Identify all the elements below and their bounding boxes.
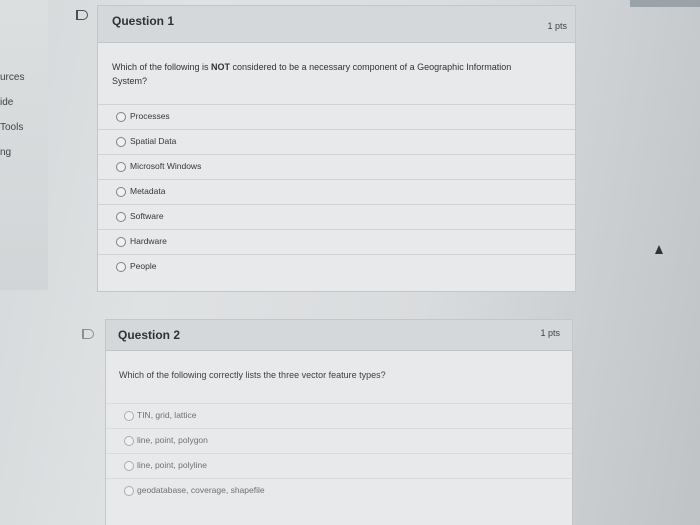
question-header: Question 2 1 pts bbox=[106, 320, 572, 351]
answer-list: TIN, grid, lattice line, point, polygon … bbox=[106, 403, 572, 503]
answer-label[interactable]: Microsoft Windows bbox=[130, 161, 201, 171]
question-card: Question 1 1 pts Which of the following … bbox=[97, 5, 576, 292]
answer-label[interactable]: line, point, polygon bbox=[137, 435, 208, 445]
answer-option[interactable]: People bbox=[98, 254, 575, 279]
radio-button[interactable] bbox=[124, 411, 134, 421]
sidebar-item-ng[interactable]: ng bbox=[0, 147, 46, 158]
answer-option[interactable]: Metadata bbox=[98, 179, 575, 204]
question-header: Question 1 1 pts bbox=[98, 6, 575, 43]
answer-option[interactable]: geodatabase, coverage, shapefile bbox=[106, 478, 572, 503]
top-right-tab bbox=[630, 0, 700, 7]
answer-option[interactable]: TIN, grid, lattice bbox=[106, 403, 572, 428]
question-text: Which of the following correctly lists t… bbox=[119, 370, 386, 380]
question-card: Question 2 1 pts Which of the following … bbox=[105, 319, 573, 525]
radio-button[interactable] bbox=[116, 112, 126, 122]
question-points: 1 pts bbox=[540, 328, 560, 338]
answer-option[interactable]: line, point, polyline bbox=[106, 453, 572, 478]
radio-button[interactable] bbox=[124, 461, 134, 471]
radio-button[interactable] bbox=[116, 237, 126, 247]
answer-label[interactable]: geodatabase, coverage, shapefile bbox=[137, 485, 265, 495]
answer-option[interactable]: Software bbox=[98, 204, 575, 229]
answer-option[interactable]: Hardware bbox=[98, 229, 575, 254]
answer-label[interactable]: Metadata bbox=[130, 186, 165, 196]
radio-button[interactable] bbox=[116, 262, 126, 272]
emphasis-text: NOT bbox=[211, 62, 231, 72]
radio-button[interactable] bbox=[116, 187, 126, 197]
mouse-cursor-icon bbox=[655, 245, 663, 254]
flag-question-icon[interactable] bbox=[76, 10, 88, 20]
answer-label[interactable]: Hardware bbox=[130, 236, 167, 246]
radio-button[interactable] bbox=[124, 436, 134, 446]
answer-list: Processes Spatial Data Microsoft Windows… bbox=[98, 104, 575, 279]
question-points: 1 pts bbox=[547, 21, 567, 31]
answer-label[interactable]: Spatial Data bbox=[130, 136, 176, 146]
sidebar-item-resources[interactable]: urces bbox=[0, 72, 46, 83]
answer-label[interactable]: Software bbox=[130, 211, 164, 221]
answer-option[interactable]: Processes bbox=[98, 104, 575, 129]
answer-option[interactable]: Spatial Data bbox=[98, 129, 575, 154]
question-text: Which of the following is NOT considered… bbox=[112, 62, 512, 86]
course-nav-sidebar: urces ide Tools ng bbox=[0, 0, 48, 290]
radio-button[interactable] bbox=[124, 486, 134, 496]
answer-label[interactable]: line, point, polyline bbox=[137, 460, 207, 470]
flag-question-icon[interactable] bbox=[82, 329, 94, 339]
answer-label[interactable]: TIN, grid, lattice bbox=[137, 410, 197, 420]
answer-option[interactable]: Microsoft Windows bbox=[98, 154, 575, 179]
answer-label[interactable]: People bbox=[130, 261, 156, 271]
screen: urces ide Tools ng Question 1 1 pts Whic… bbox=[0, 0, 700, 525]
sidebar-item-guide[interactable]: ide bbox=[0, 97, 46, 108]
sidebar-item-tools[interactable]: Tools bbox=[0, 122, 46, 133]
radio-button[interactable] bbox=[116, 212, 126, 222]
question-title: Question 2 bbox=[118, 328, 181, 342]
radio-button[interactable] bbox=[116, 137, 126, 147]
answer-label[interactable]: Processes bbox=[130, 111, 170, 121]
radio-button[interactable] bbox=[116, 162, 126, 172]
answer-option[interactable]: line, point, polygon bbox=[106, 428, 572, 453]
question-title: Question 1 bbox=[112, 14, 175, 28]
